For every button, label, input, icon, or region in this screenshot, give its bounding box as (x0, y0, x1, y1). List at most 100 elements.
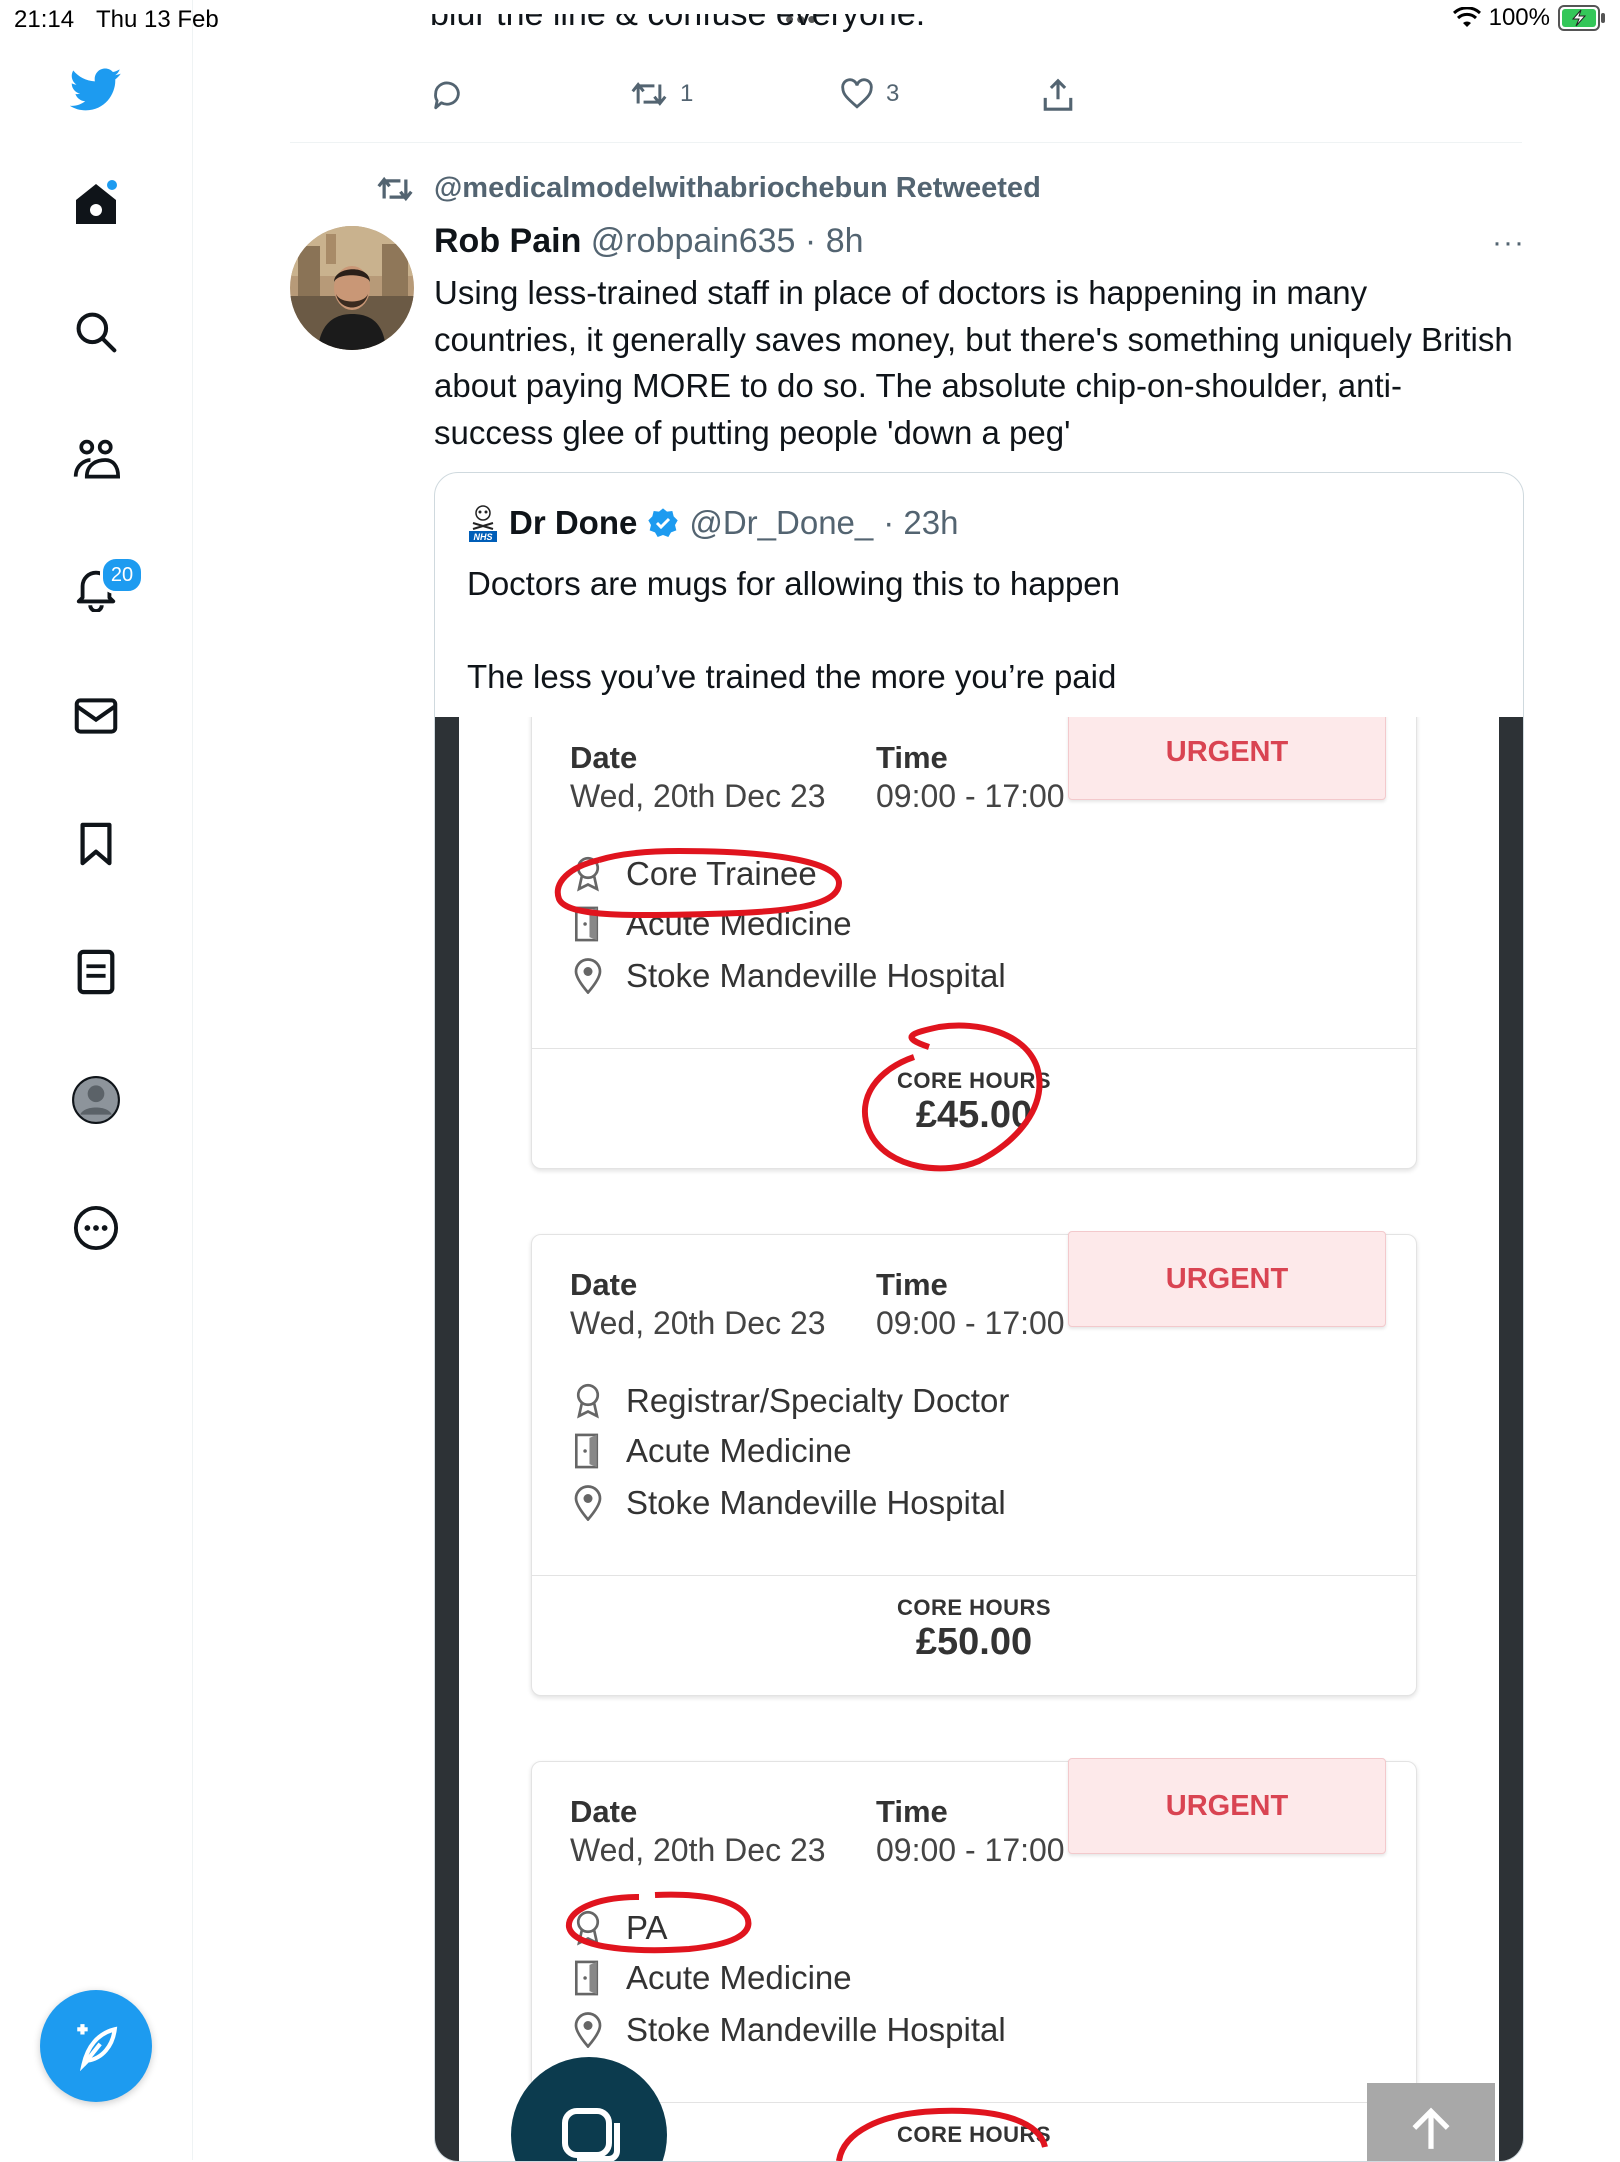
retweet-header-text: @medicalmodelwithabriochebun Retweeted (434, 172, 1041, 204)
tweet-author[interactable]: Rob Pain @robpain635 · 8h (434, 222, 864, 261)
grade-text: Registrar/Specialty Doctor (626, 1382, 1010, 1419)
card-divider (532, 1048, 1416, 1049)
time-value: 09:00 - 17:00 (876, 778, 1065, 814)
more-icon[interactable] (70, 1202, 122, 1254)
urgent-badge: URGENT (1068, 1231, 1386, 1327)
door-icon (570, 1958, 606, 1998)
arrow-up-icon (1412, 2107, 1450, 2149)
grade-text: PA (626, 1909, 668, 1946)
battery-charging-icon (1558, 5, 1605, 31)
grade-row: Core Trainee (570, 854, 817, 894)
sidebar: 20 (0, 0, 193, 2160)
like-button[interactable]: 3 (840, 78, 899, 110)
quoted-author-handle: @Dr_Done_ (689, 504, 874, 541)
tweet-text: Using less-trained staff in place of doc… (434, 274, 1513, 451)
shift-listing-screenshot: URGENT Date Wed, 20th Dec 23 Time 09:00 … (459, 717, 1499, 2161)
wifi-icon (1452, 7, 1481, 27)
award-icon (570, 854, 606, 894)
author-name[interactable]: Rob Pain (434, 222, 581, 260)
time-value: 09:00 - 17:00 (876, 1305, 1065, 1341)
specialty-text: Acute Medicine (626, 905, 852, 942)
core-hours-rate: £50.00 (915, 1621, 1033, 1663)
location-pin-icon (570, 1483, 606, 1523)
location-text: Stoke Mandeville Hospital (626, 1484, 1006, 1521)
date-label: Date (570, 1794, 638, 1829)
urgent-badge: URGENT (1068, 717, 1386, 800)
date-value: Wed, 20th Dec 23 (570, 1305, 826, 1341)
quoted-tweet[interactable]: NHS Dr Done @Dr_Done_ · 23h Doctors are … (434, 472, 1524, 2162)
home-icon[interactable] (70, 178, 122, 230)
share-button[interactable] (1042, 78, 1074, 112)
quoted-author-name: Dr Done (509, 504, 638, 541)
nhs-avatar-icon: NHS (467, 503, 499, 543)
retweet-icon (377, 176, 413, 201)
twitter-logo-icon[interactable] (70, 64, 122, 116)
grade-row: PA (570, 1908, 668, 1948)
tweet-time[interactable]: · 8h (805, 222, 864, 260)
grade-text: Core Trainee (626, 855, 817, 892)
heart-icon (841, 78, 873, 109)
notification-badge: 20 (100, 556, 144, 594)
time-label: Time (876, 1794, 948, 1829)
reply-icon (434, 81, 460, 110)
verified-badge-icon (648, 508, 679, 537)
grade-row: Registrar/Specialty Doctor (570, 1381, 1009, 1421)
tweet-divider (290, 142, 1522, 143)
specialty-text: Acute Medicine (626, 1432, 852, 1469)
card-divider (532, 2102, 1416, 2103)
specialty-row: Acute Medicine (570, 1958, 852, 1998)
time-label: Time (876, 740, 948, 775)
bookmarks-icon[interactable] (70, 818, 122, 870)
date-label: Date (570, 740, 638, 775)
specialty-row: Acute Medicine (570, 904, 852, 944)
share-icon (1043, 78, 1073, 111)
award-icon (570, 1908, 606, 1948)
avatar[interactable] (290, 226, 414, 350)
lists-icon[interactable] (70, 946, 122, 998)
like-count: 3 (886, 80, 900, 107)
svg-text:NHS: NHS (473, 532, 492, 542)
retweet-button[interactable]: 1 (630, 78, 693, 110)
communities-icon[interactable] (70, 434, 122, 486)
time-label: Time (876, 1267, 948, 1302)
location-row: Stoke Mandeville Hospital (570, 1483, 1006, 1523)
shift-card: URGENT Date Wed, 20th Dec 23 Time 09:00 … (531, 1231, 1417, 1696)
more-options-icon[interactable]: ··· (1492, 226, 1525, 260)
retweet-count: 1 (680, 80, 694, 107)
time-value: 09:00 - 17:00 (876, 1832, 1065, 1868)
compose-icon (77, 2024, 118, 2071)
date-value: Wed, 20th Dec 23 (570, 778, 826, 814)
battery-percent: 100% (1488, 4, 1550, 31)
core-hours-rate: £45.00 (915, 1094, 1033, 1136)
profile-icon[interactable] (70, 1074, 122, 1126)
quoted-tweet-image[interactable]: URGENT Date Wed, 20th Dec 23 Time 09:00 … (435, 717, 1523, 2161)
location-text: Stoke Mandeville Hospital (626, 957, 1006, 994)
reply-button[interactable] (430, 78, 464, 112)
core-hours-label: CORE HOURS (896, 1068, 1052, 1093)
previous-tweet-text: blur the line & confuse everyone. (430, 14, 925, 48)
previous-tweet-text-content: blur the line & confuse everyone. (430, 14, 926, 33)
location-pin-icon (570, 956, 606, 996)
search-icon[interactable] (70, 306, 122, 358)
quoted-tweet-text: Doctors are mugs for allowing this to ha… (467, 565, 1121, 695)
quoted-tweet-time: · 23h (883, 504, 959, 541)
status-right: 100% (1452, 4, 1606, 32)
compose-button[interactable] (40, 1990, 152, 2102)
retweet-header[interactable]: @medicalmodelwithabriochebun Retweeted (376, 172, 1041, 205)
location-row: Stoke Mandeville Hospital (570, 2010, 1006, 2050)
date-label: Date (570, 1267, 638, 1302)
scroll-to-top-button (1367, 2083, 1495, 2161)
quoted-tweet-header: NHS Dr Done @Dr_Done_ · 23h (467, 503, 958, 543)
door-icon (570, 1431, 606, 1471)
location-row: Stoke Mandeville Hospital (570, 956, 1006, 996)
retweet-icon (631, 82, 667, 106)
urgent-badge: URGENT (1068, 1758, 1386, 1854)
date-value: Wed, 20th Dec 23 (570, 1832, 826, 1868)
author-handle[interactable]: @robpain635 (591, 222, 796, 260)
door-icon (570, 904, 606, 944)
location-pin-icon (570, 2010, 606, 2050)
specialty-text: Acute Medicine (626, 1959, 852, 1996)
core-hours-label: CORE HOURS (896, 1595, 1052, 1620)
shift-card: URGENT Date Wed, 20th Dec 23 Time 09:00 … (531, 1758, 1417, 2161)
messages-icon[interactable] (70, 690, 122, 742)
